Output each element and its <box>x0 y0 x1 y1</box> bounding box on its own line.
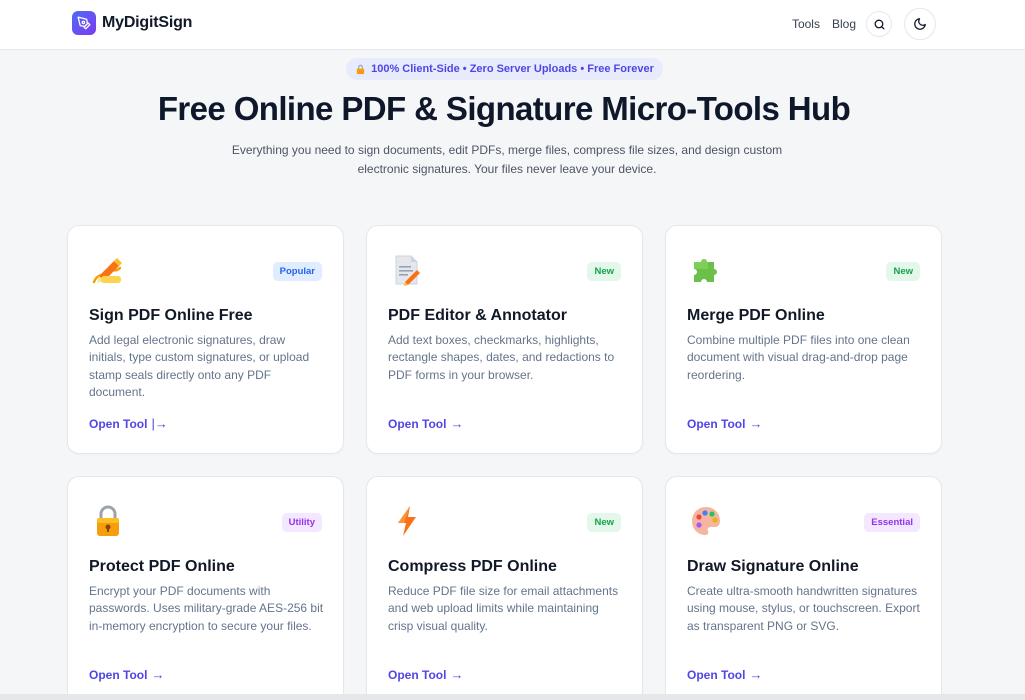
open-tool-link[interactable]: Open Tool → <box>388 416 463 431</box>
brand-name: MyDigitSign <box>102 14 193 31</box>
open-tool-link[interactable]: Open Tool → <box>388 667 463 682</box>
card-description: Encrypt your PDF documents with password… <box>89 584 324 633</box>
brand-logo[interactable]: MyDigitSign <box>72 11 192 35</box>
card-description: Reduce PDF file size for email attachmen… <box>388 584 619 633</box>
status-badge: New <box>587 262 621 281</box>
tool-card-sign-pdf[interactable]: Popular Sign PDF Online Free Add legal e… <box>67 225 344 454</box>
search-icon <box>874 19 884 29</box>
open-tool-label: Open Tool <box>388 416 447 431</box>
pen-nib-logo-icon <box>72 11 96 35</box>
document-edit-icon <box>389 252 425 288</box>
card-description: Combine multiple PDF files into one clea… <box>687 333 910 382</box>
pen-signature-icon <box>90 252 126 288</box>
open-tool-link[interactable]: Open Tool → <box>687 416 762 431</box>
lock-icon <box>356 64 365 74</box>
arrow-right-icon: → <box>450 667 464 682</box>
card-description: Create ultra-smooth handwritten signatur… <box>687 584 920 633</box>
card-title: Merge PDF Online <box>687 307 825 324</box>
theme-toggle-button[interactable] <box>904 8 936 40</box>
status-badge: Popular <box>272 262 322 281</box>
nav-link-tools[interactable]: Tools <box>792 17 820 31</box>
tool-card-protect-pdf[interactable]: Utility Protect PDF Online Encrypt your … <box>67 476 344 700</box>
card-title: Protect PDF Online <box>89 558 235 575</box>
status-badge: Essential <box>864 513 920 532</box>
status-badge: Utility <box>281 513 322 532</box>
open-tool-label: Open Tool <box>89 667 148 682</box>
card-description: Add text boxes, checkmarks, highlights, … <box>388 333 615 382</box>
lock-icon <box>90 503 126 539</box>
page-subtitle: Everything you need to sign documents, e… <box>231 143 783 176</box>
card-title: Sign PDF Online Free <box>89 307 253 324</box>
palette-icon <box>688 503 724 539</box>
status-badge: New <box>587 513 621 532</box>
tool-card-draw-signature[interactable]: Essential Draw Signature Online Create u… <box>665 476 942 700</box>
page-title: Free Online PDF & Signature Micro-Tools … <box>157 90 851 127</box>
privacy-badge: 100% Client-Side • Zero Server Uploads •… <box>346 58 663 80</box>
top-nav-bar: MyDigitSign Tools Blog <box>0 0 1025 50</box>
search-button[interactable] <box>866 11 892 37</box>
arrow-right-icon: → <box>450 416 464 431</box>
privacy-badge-text: 100% Client-Side • Zero Server Uploads •… <box>371 63 654 75</box>
horizontal-scrollbar[interactable] <box>0 694 1025 700</box>
open-tool-label: Open Tool <box>89 416 148 431</box>
status-badge: New <box>886 262 920 281</box>
arrow-right-icon: |→ <box>151 416 168 431</box>
tool-card-merge-pdf[interactable]: New Merge PDF Online Combine multiple PD… <box>665 225 942 454</box>
open-tool-link[interactable]: Open Tool → <box>687 667 762 682</box>
open-tool-link[interactable]: Open Tool |→ <box>89 416 168 431</box>
tool-card-pdf-editor[interactable]: New PDF Editor & Annotator Add text boxe… <box>366 225 643 454</box>
arrow-right-icon: → <box>749 416 763 431</box>
nav-link-blog[interactable]: Blog <box>832 17 856 31</box>
open-tool-label: Open Tool <box>388 667 447 682</box>
lightning-icon <box>389 503 425 539</box>
arrow-right-icon: → <box>749 667 763 682</box>
main-nav: Tools Blog <box>792 8 936 40</box>
open-tool-label: Open Tool <box>687 416 746 431</box>
card-description: Add legal electronic signatures, draw in… <box>89 333 310 400</box>
tool-card-compress-pdf[interactable]: New Compress PDF Online Reduce PDF file … <box>366 476 643 700</box>
card-title: Compress PDF Online <box>388 558 557 575</box>
arrow-right-icon: → <box>151 667 165 682</box>
open-tool-link[interactable]: Open Tool → <box>89 667 164 682</box>
open-tool-label: Open Tool <box>687 667 746 682</box>
card-title: PDF Editor & Annotator <box>388 307 567 324</box>
moon-icon <box>914 18 926 30</box>
puzzle-icon <box>688 252 724 288</box>
card-title: Draw Signature Online <box>687 558 859 575</box>
